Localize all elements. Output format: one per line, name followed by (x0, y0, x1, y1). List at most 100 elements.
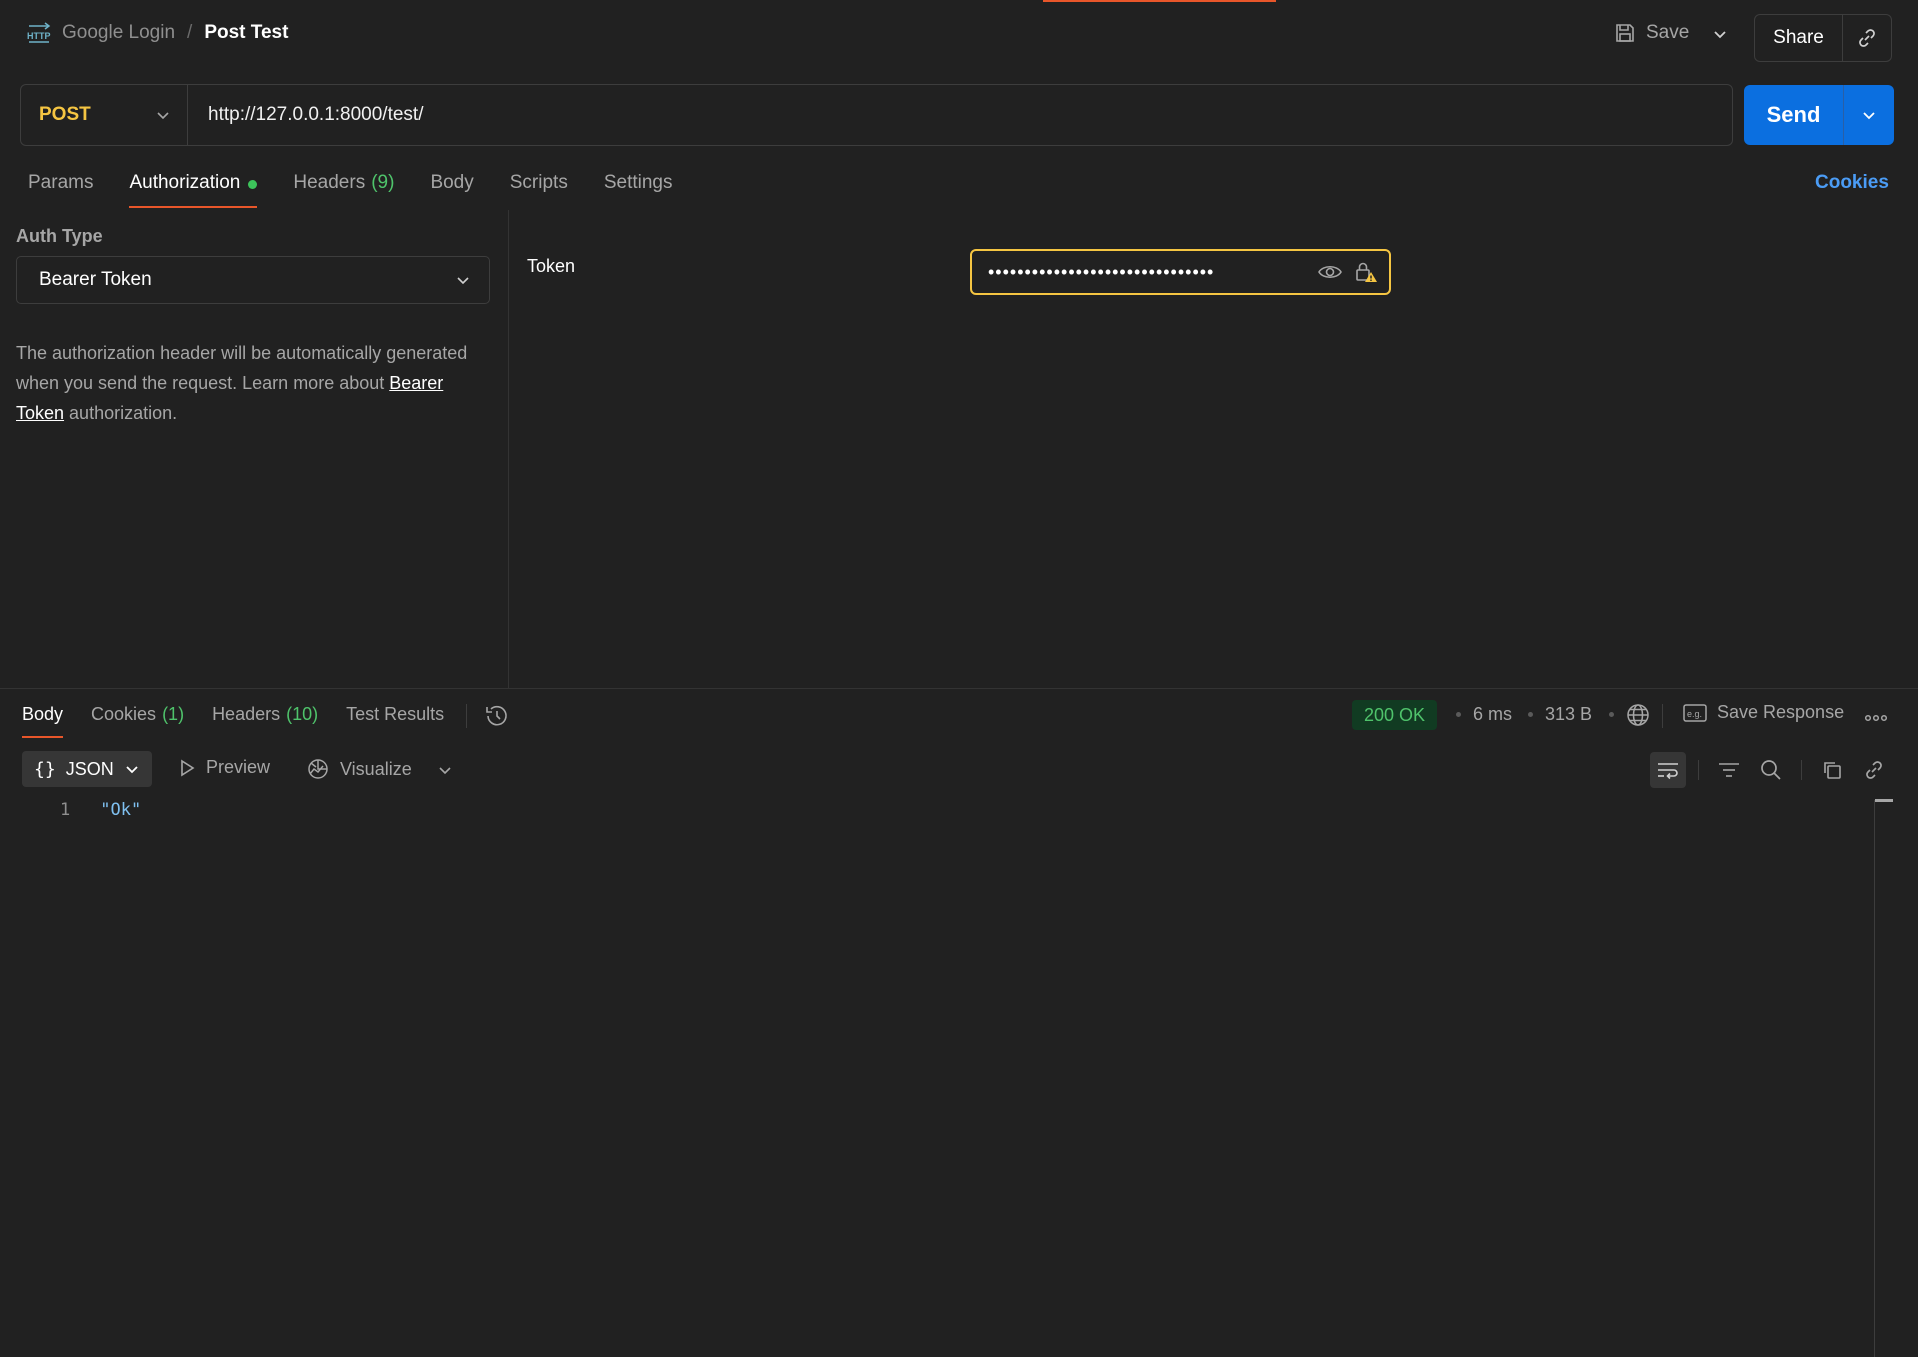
tab-label: Headers (293, 172, 366, 193)
auth-type-value: Bearer Token (39, 269, 152, 290)
tab-body[interactable]: Body (430, 172, 473, 208)
method-label: POST (39, 104, 91, 125)
tab-label: Test Results (346, 704, 445, 724)
filter-button[interactable] (1711, 752, 1747, 788)
chevron-down-icon (155, 107, 171, 123)
cookies-link[interactable]: Cookies (1815, 172, 1889, 194)
history-icon[interactable] (484, 703, 510, 729)
response-time[interactable]: 6 ms (1473, 704, 1512, 725)
line-number: 1 (60, 800, 71, 820)
breadcrumb-separator: / (187, 22, 193, 43)
url-input[interactable]: http://127.0.0.1:8000/test/ (188, 104, 424, 126)
tab-headers[interactable]: Headers (9) (293, 172, 394, 208)
response-tab-test-results[interactable]: Test Results (346, 704, 444, 738)
format-label: JSON (65, 758, 114, 779)
tab-settings[interactable]: Settings (604, 172, 673, 208)
save-options-chevron-down-icon[interactable] (1712, 26, 1728, 42)
auth-sidebar: Auth Type Bearer Token The authorization… (0, 210, 509, 688)
globe-icon[interactable] (1626, 703, 1650, 727)
more-options-icon[interactable] (1864, 714, 1888, 722)
format-select[interactable]: {} JSON (22, 751, 152, 787)
http-icon: HTTP (26, 22, 52, 44)
eye-icon[interactable] (1318, 263, 1342, 281)
search-icon (1760, 759, 1782, 781)
share-group: Share (1754, 14, 1892, 62)
search-button[interactable] (1753, 752, 1789, 788)
auth-type-label: Auth Type (16, 226, 103, 246)
scrollbar-thumb[interactable] (1875, 799, 1893, 802)
divider (466, 704, 467, 728)
copy-link-button[interactable] (1856, 752, 1892, 788)
visualize-options-chevron-down-icon[interactable] (437, 762, 453, 778)
response-tab-cookies[interactable]: Cookies (1) (91, 704, 184, 738)
divider (1698, 760, 1699, 780)
share-button[interactable]: Share (1755, 15, 1843, 61)
save-button[interactable]: Save (1614, 22, 1689, 44)
request-name[interactable]: Post Test (204, 22, 288, 44)
token-masked-value: ••••••••••••••••••••••••••••••• (988, 261, 1215, 282)
lock-warning-icon[interactable] (1354, 261, 1378, 283)
tab-label: Settings (603, 172, 673, 193)
auth-type-select[interactable]: Bearer Token (16, 256, 490, 304)
response-tab-headers[interactable]: Headers (10) (212, 704, 318, 738)
pane-divider[interactable] (0, 688, 1918, 689)
auth-description: The authorization header will be automat… (16, 338, 476, 428)
tab-label: Params (28, 172, 94, 193)
chevron-down-icon (124, 761, 140, 777)
save-label: Save (1646, 22, 1690, 43)
braces-icon: {} (34, 758, 56, 780)
wrap-lines-button[interactable] (1650, 752, 1686, 788)
tab-count: (10) (286, 704, 319, 724)
preview-button[interactable]: Preview (178, 757, 270, 778)
token-input[interactable]: ••••••••••••••••••••••••••••••• (970, 249, 1391, 295)
preview-label: Preview (206, 757, 271, 777)
visualize-icon (306, 757, 330, 781)
auth-set-indicator (248, 180, 258, 189)
wrap-lines-icon (1656, 760, 1680, 780)
svg-text:e.g.: e.g. (1687, 709, 1702, 719)
tab-count: (1) (162, 704, 185, 724)
tab-count: (9) (371, 172, 395, 193)
separator-dot (1456, 712, 1461, 717)
request-header: HTTP Google Login / Post Test Save Share (0, 0, 1918, 72)
tab-label: Authorization (129, 172, 241, 193)
tab-label: Headers (212, 704, 281, 724)
auth-description-text-end: authorization. (64, 403, 178, 423)
method-select[interactable]: POST (21, 85, 188, 145)
copy-button[interactable] (1814, 752, 1850, 788)
divider (1662, 704, 1663, 728)
floppy-disk-icon (1614, 22, 1636, 44)
breadcrumb-parent[interactable]: Google Login (62, 22, 175, 44)
copy-icon (1821, 759, 1843, 781)
save-response-label: Save Response (1717, 702, 1845, 722)
tab-label: Cookies (91, 704, 157, 724)
separator-dot (1609, 712, 1614, 717)
response-tab-body[interactable]: Body (22, 704, 64, 738)
link-icon (1863, 759, 1885, 781)
visualize-button[interactable]: Visualize (306, 757, 412, 781)
response-body-editor[interactable]: 1 "Ok" (60, 800, 141, 820)
link-icon (1856, 27, 1878, 49)
filter-icon (1718, 761, 1740, 779)
status-badge[interactable]: 200 OK (1352, 700, 1438, 730)
send-group: Send (1744, 85, 1894, 145)
chevron-down-icon (1861, 107, 1877, 123)
tab-authorization[interactable]: Authorization (129, 172, 258, 208)
breadcrumb: HTTP Google Login / Post Test (26, 22, 288, 44)
url-bar: POST http://127.0.0.1:8000/test/ (20, 84, 1733, 146)
response-size[interactable]: 313 B (1545, 704, 1592, 725)
tab-scripts[interactable]: Scripts (510, 172, 568, 208)
tab-params[interactable]: Params (28, 172, 93, 208)
tab-label: Body (430, 172, 474, 193)
save-response-button[interactable]: e.g. Save Response (1683, 702, 1844, 723)
minimap-divider (1874, 800, 1875, 1357)
send-button[interactable]: Send (1744, 85, 1844, 145)
tab-label: Scripts (509, 172, 568, 193)
visualize-label: Visualize (340, 758, 412, 779)
request-tabs: Params Authorization Headers (9) Body Scr… (28, 172, 708, 208)
json-string: "Ok" (100, 800, 142, 820)
copy-link-button[interactable] (1843, 15, 1891, 61)
separator-dot (1528, 712, 1533, 717)
send-options-button[interactable] (1844, 85, 1894, 145)
play-icon (178, 759, 196, 777)
